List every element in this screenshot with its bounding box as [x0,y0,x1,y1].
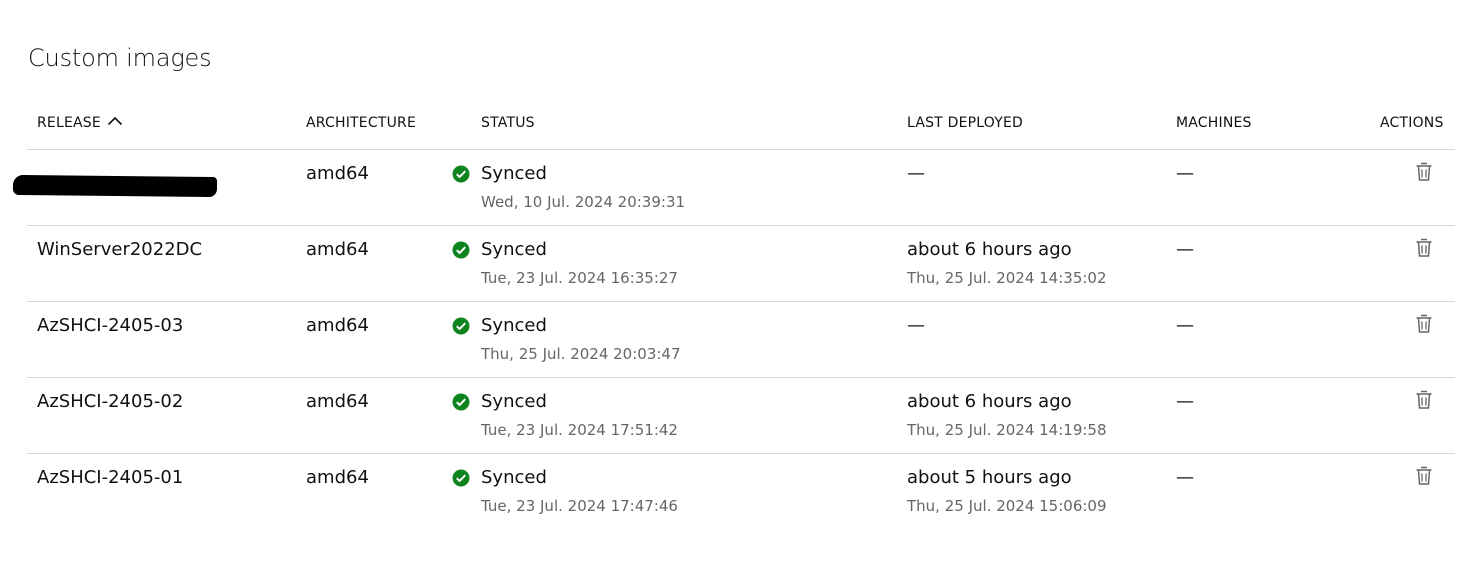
release-cell: AzSHCI-2405-03 [37,315,184,336]
release-header-label: Release [37,115,101,131]
last-deployed-timestamp: Thu, 25 Jul. 2024 15:06:09 [907,497,1107,515]
status-timestamp: Tue, 23 Jul. 2024 17:51:42 [481,421,678,439]
architecture-cell: amd64 [306,467,369,488]
architecture-cell: amd64 [306,163,369,184]
status-timestamp: Wed, 10 Jul. 2024 20:39:31 [481,193,686,211]
last-deployed-column-header[interactable]: Last deployed [907,113,1023,133]
last-deployed-timestamp: Thu, 25 Jul. 2024 14:19:58 [907,421,1107,439]
last-deployed-cell: — [907,315,925,336]
release-cell: AzSHCI-2405-01 [37,467,184,488]
last-deployed-cell: about 5 hours ago [907,467,1072,488]
architecture-cell: amd64 [306,391,369,412]
table-header-row: Release Architecture Status Last deploye… [27,103,1455,150]
status-timestamp: Tue, 23 Jul. 2024 16:35:27 [481,269,678,287]
table-row: WinServer2022DC amd64 Synced Tue, 23 Jul. 2… [27,226,1455,302]
table-row: AzSHCI-2405-03 amd64 Synced Thu, 25 Jul. 20… [27,302,1455,378]
check-circle-icon [452,393,470,411]
trash-icon[interactable] [1414,313,1434,335]
trash-icon[interactable] [1414,465,1434,487]
table-row: AzSHCI-2405-02 amd64 Synced Tue, 23 Jul. 20… [27,378,1455,454]
check-circle-icon [452,317,470,335]
page-title: Custom images [28,44,212,72]
check-circle-icon [452,241,470,259]
last-deployed-cell: about 6 hours ago [907,391,1072,412]
release-cell: WinServer2022DC [37,239,203,260]
machines-cell: — [1176,391,1194,412]
release-cell: AzSHCI-2405-02 [37,391,184,412]
status-cell: Synced [481,315,547,336]
release-cell-redacted [12,162,218,198]
machines-cell: — [1176,315,1194,336]
table-row: AzSHCI-2405-01 amd64 Synced Tue, 23 Jul. 20… [27,454,1455,529]
machines-cell: — [1176,163,1194,184]
redaction-mark [12,174,218,198]
check-circle-icon [452,165,470,183]
trash-icon[interactable] [1414,237,1434,259]
status-cell: Synced [481,163,547,184]
check-circle-icon [452,469,470,487]
status-column-header[interactable]: Status [481,113,535,133]
status-cell: Synced [481,391,547,412]
architecture-cell: amd64 [306,315,369,336]
release-column-header[interactable]: Release [37,113,123,133]
machines-cell: — [1176,467,1194,488]
trash-icon[interactable] [1414,161,1434,183]
status-cell: Synced [481,467,547,488]
machines-cell: — [1176,239,1194,260]
status-timestamp: Tue, 23 Jul. 2024 17:47:46 [481,497,678,515]
chevron-up-icon [107,112,123,132]
last-deployed-cell: — [907,163,925,184]
machines-column-header[interactable]: Machines [1176,113,1252,133]
table-row: amd64 Synced Wed, 10 Jul. 2024 20:39:31 — — [12,150,1455,226]
last-deployed-cell: about 6 hours ago [907,239,1072,260]
status-cell: Synced [481,239,547,260]
status-timestamp: Thu, 25 Jul. 2024 20:03:47 [481,345,681,363]
architecture-cell: amd64 [306,239,369,260]
trash-icon[interactable] [1414,389,1434,411]
actions-column-header: Actions [1380,115,1444,131]
custom-images-table: Release Architecture Status Last deploye… [12,103,1455,529]
last-deployed-timestamp: Thu, 25 Jul. 2024 14:35:02 [907,269,1107,287]
architecture-column-header[interactable]: Architecture [306,113,416,133]
